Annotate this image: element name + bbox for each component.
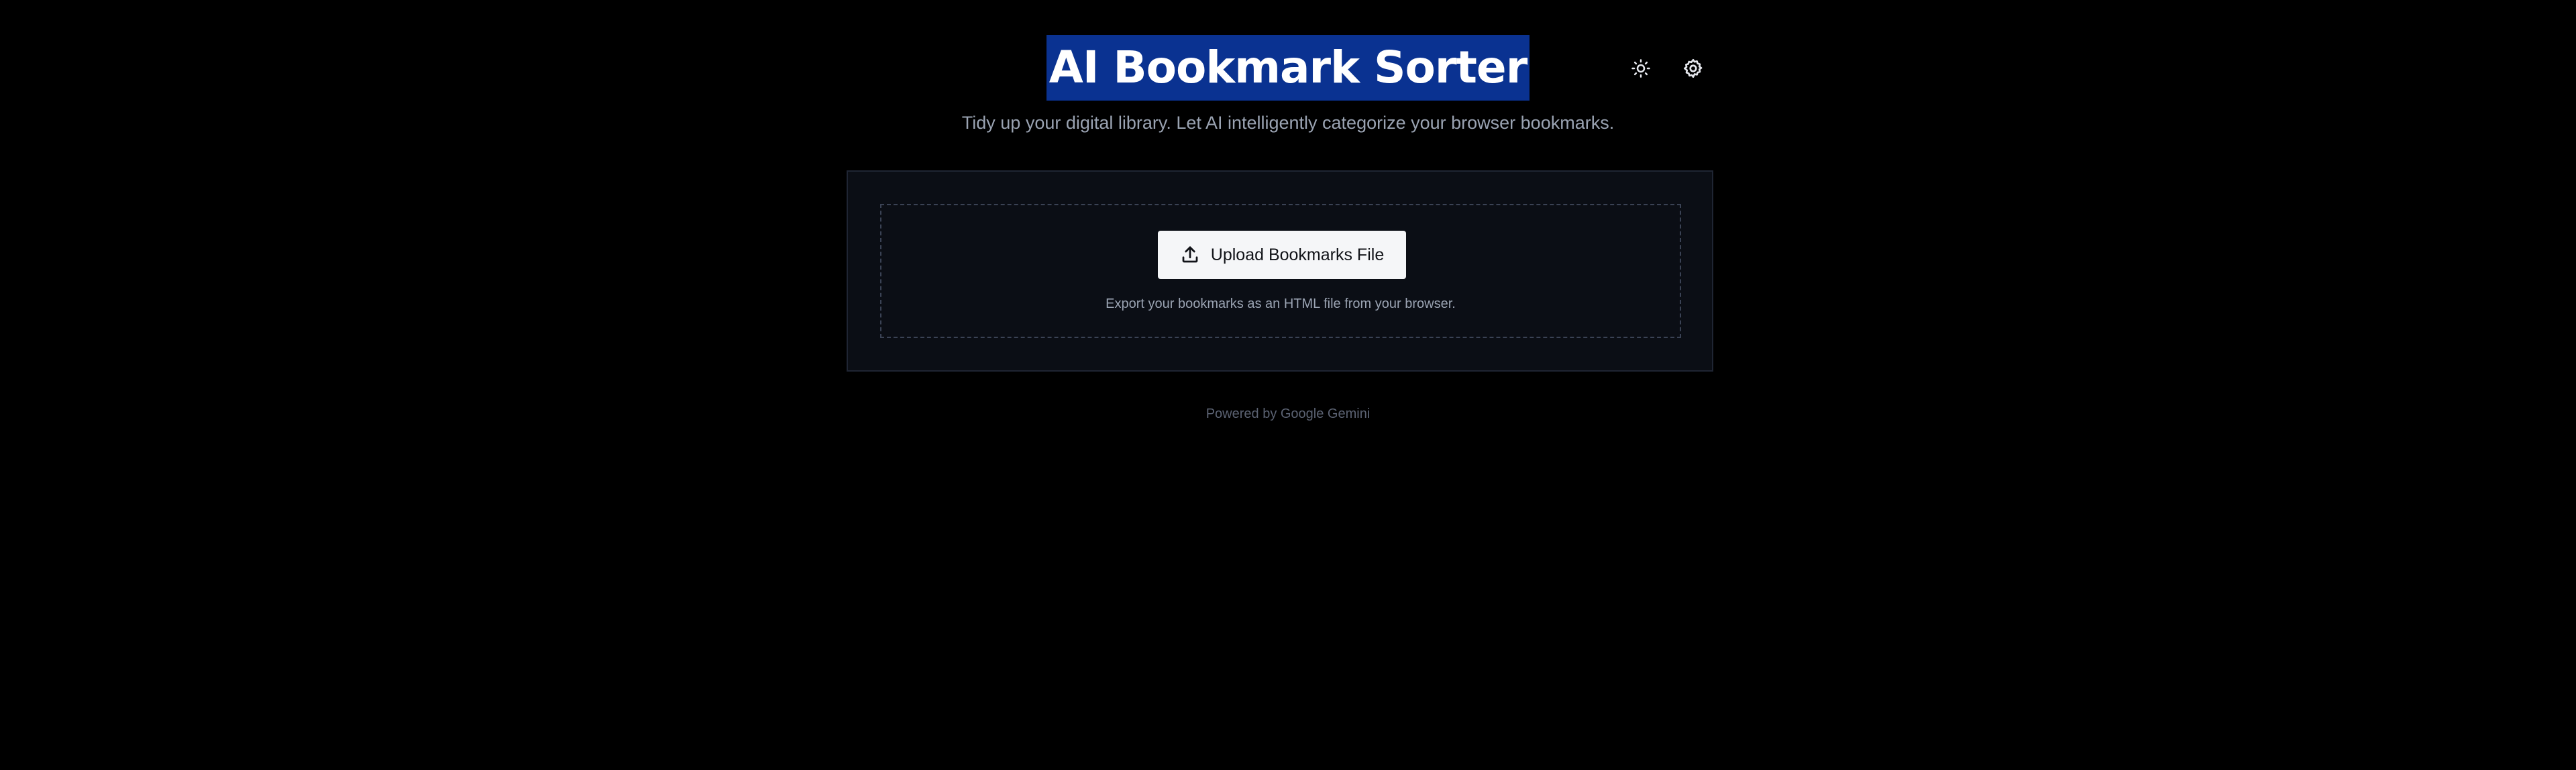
gear-icon — [1684, 59, 1703, 78]
page-subtitle: Tidy up your digital library. Let AI int… — [961, 113, 1615, 133]
settings-button[interactable] — [1681, 56, 1705, 80]
theme-toggle-button[interactable] — [1629, 56, 1653, 80]
upload-icon — [1182, 246, 1198, 263]
footer-credit: Powered by Google Gemini — [1205, 406, 1371, 421]
header: AI Bookmark Sorter — [0, 35, 2576, 101]
sun-icon — [1631, 59, 1650, 78]
upload-card: Upload Bookmarks File Export your bookma… — [847, 170, 1713, 372]
upload-bookmarks-button[interactable]: Upload Bookmarks File — [1158, 231, 1406, 279]
upload-dropzone[interactable]: Upload Bookmarks File Export your bookma… — [880, 204, 1681, 338]
header-actions — [1629, 56, 1705, 80]
upload-button-label: Upload Bookmarks File — [1210, 245, 1385, 264]
page-title: AI Bookmark Sorter — [1046, 35, 1530, 101]
page: AI Bookmark Sorter Tidy up your digital — [0, 0, 2576, 770]
upload-hint: Export your bookmarks as an HTML file fr… — [1106, 296, 1456, 311]
